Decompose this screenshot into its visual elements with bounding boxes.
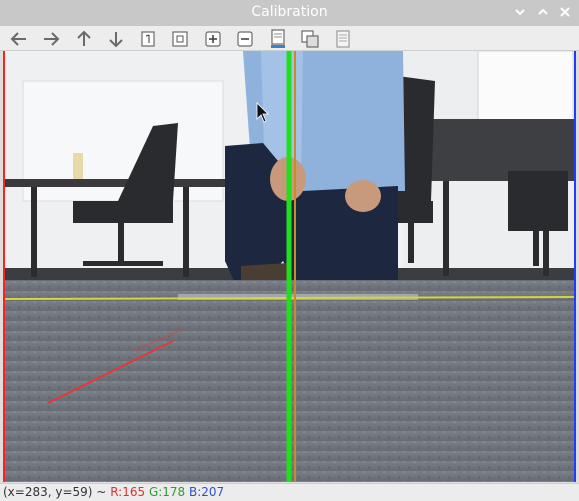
pan-down-button[interactable]: [105, 28, 127, 50]
copy-image-icon: [301, 30, 319, 48]
arrow-up-icon: [77, 30, 91, 46]
pan-right-button[interactable]: [40, 28, 62, 50]
pan-left-button[interactable]: [8, 28, 30, 50]
toolbar: [0, 26, 579, 51]
chevron-up-icon: [538, 8, 548, 15]
arrow-right-icon: [44, 32, 60, 46]
status-blue-value: B:207: [189, 485, 225, 499]
status-coordinates: (x=283, y=59) ~: [3, 485, 107, 499]
arrow-left-icon: [10, 32, 26, 46]
copy-image-button[interactable]: [299, 28, 321, 50]
zoom-out-icon: [237, 31, 253, 47]
window-title: Calibration: [251, 4, 328, 20]
person-hand-right: [345, 180, 381, 212]
close-button[interactable]: [558, 5, 572, 19]
zoom-in-button[interactable]: [202, 28, 224, 50]
bottle: [73, 153, 83, 179]
person: [225, 51, 405, 301]
zoom-fit-icon: [172, 31, 188, 47]
chevron-down-icon: [515, 9, 525, 16]
close-icon: [560, 7, 570, 17]
zoom-out-button[interactable]: [234, 28, 256, 50]
title-bar: Calibration: [0, 0, 579, 26]
maximize-button[interactable]: [536, 5, 550, 19]
pan-up-button[interactable]: [73, 28, 95, 50]
status-green-value: G:178: [148, 485, 186, 499]
image-viewport[interactable]: [3, 51, 576, 482]
zoom-original-icon: [141, 31, 155, 47]
status-red-value: R:165: [110, 485, 146, 499]
zoom-in-icon: [205, 31, 221, 47]
camera-image: [3, 51, 576, 482]
status-bar: (x=283, y=59) ~ R:165 G:178 B:207: [0, 483, 579, 501]
properties-icon: [336, 30, 350, 48]
properties-button[interactable]: [332, 28, 354, 50]
desk-left: [3, 179, 243, 187]
minimize-button[interactable]: [513, 5, 527, 19]
zoom-fit-button[interactable]: [169, 28, 191, 50]
save-image-icon: [271, 29, 285, 48]
save-image-button[interactable]: [267, 28, 289, 50]
arrow-down-icon: [109, 32, 123, 48]
zoom-original-button[interactable]: [137, 28, 159, 50]
